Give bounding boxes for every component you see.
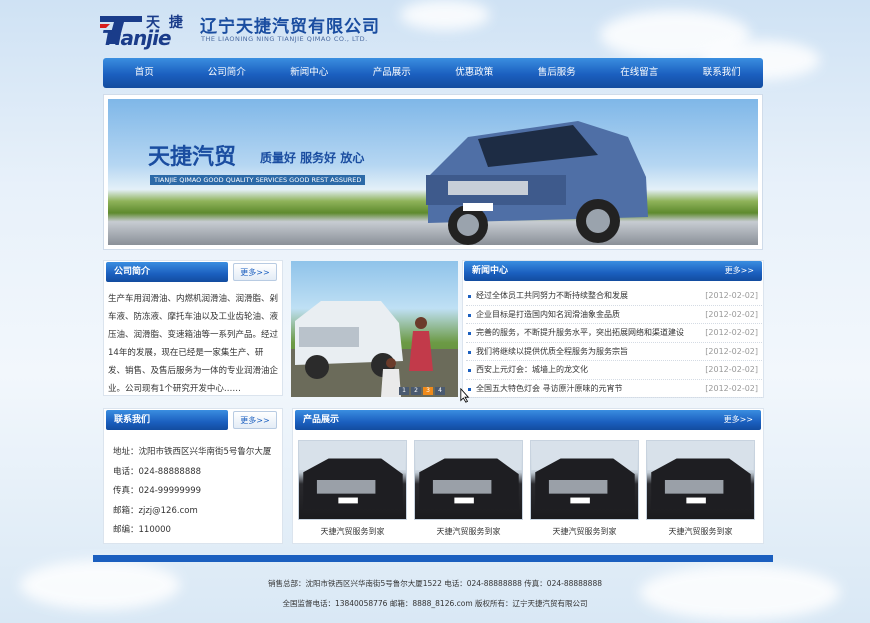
contact-title: 联系我们 — [114, 415, 151, 425]
news-list: 经过全体员工共同努力不断持续整合和发展 [2012-02-02] 企业目标是打造国… — [466, 287, 762, 398]
product-image[interactable] — [298, 440, 407, 520]
news-item-title[interactable]: 西安上元灯会：城墙上的龙文化 — [476, 361, 588, 380]
news-item[interactable]: 企业目标是打造国内知名润滑油象金品质 [2012-02-02] — [466, 306, 762, 325]
hero-banner: 天捷汽贸 质量好 服务好 放心 TIANJIE QIMAO GOOD QUALI… — [103, 94, 763, 250]
suv-image — [531, 441, 638, 510]
intro-text: 生产车用润滑油、内燃机润滑油、润滑脂、剁车液、防冻液、摩托车油以及工业齿轮油、液… — [108, 294, 279, 394]
product-caption[interactable]: 天捷汽贸服务到家 — [414, 526, 523, 537]
nav-item-news[interactable]: 新闻中心 — [268, 58, 351, 88]
site-header: 天 捷 Tianjie 辽宁天捷汽贸有限公司 THE LIAONING NING… — [100, 10, 780, 52]
news-item-date: [2012-02-02] — [705, 365, 758, 374]
contact-email: 邮箱：zjzj@126.com — [113, 505, 198, 516]
news-title: 新闻中心 — [472, 266, 509, 276]
contact-postcode: 邮编：110000 — [113, 525, 171, 535]
banner-slogan: 质量好 服务好 放心 — [260, 151, 365, 165]
product-card[interactable]: 天捷汽贸服务到家 — [414, 440, 523, 540]
logo-english: Tianjie — [102, 26, 172, 50]
footer-copyright: 全国监督电话：13840058776 邮箱：8888_8126.com 版权所有… — [282, 599, 588, 608]
bullet-icon — [468, 295, 471, 298]
product-caption[interactable]: 天捷汽贸服务到家 — [646, 526, 755, 537]
news-item-title[interactable]: 我们将继续以提供优质全程服务为服务宗旨 — [476, 343, 628, 362]
products-more-link[interactable]: 更多>> — [724, 410, 753, 430]
intro-title: 公司简介 — [114, 267, 151, 277]
nav-item-about[interactable]: 公司简介 — [186, 58, 269, 88]
contact-fax: 传真：024-99999999 — [113, 486, 202, 496]
news-item-title[interactable]: 全国五大特色灯会 寻访原汁原味的元宵节 — [476, 380, 623, 399]
news-item-date: [2012-02-02] — [705, 291, 758, 300]
news-item[interactable]: 全国五大特色灯会 寻访原汁原味的元宵节 [2012-02-02] — [466, 380, 762, 399]
product-image[interactable] — [414, 440, 523, 520]
bullet-icon — [468, 332, 471, 335]
bullet-icon — [468, 313, 471, 317]
contact-list: 地址：沈阳市铁西区兴华南街5号鲁尔大厦 电话：024-88888888 传真：0… — [113, 443, 271, 541]
news-item[interactable]: 完善的服务，不断提升服务水平，突出拓展网络和渠道建设 [2012-02-02] — [466, 324, 762, 343]
nav-item-service[interactable]: 售后服务 — [516, 58, 599, 88]
pager-dot[interactable]: 2 — [411, 387, 421, 395]
company-name: 辽宁天捷汽贸有限公司 — [200, 17, 380, 37]
intro-more-link[interactable]: 更多>> — [233, 263, 277, 281]
pager-dot[interactable]: 4 — [435, 387, 445, 395]
nav-item-home[interactable]: 首页 — [103, 58, 186, 88]
contact-address: 地址：沈阳市铁西区兴华南街5号鲁尔大厦 — [113, 447, 272, 457]
suv-image — [415, 441, 522, 510]
product-card[interactable]: 天捷汽贸服务到家 — [646, 440, 755, 540]
contact-more-link[interactable]: 更多>> — [233, 411, 277, 429]
news-more-link[interactable]: 更多>> — [725, 261, 754, 281]
company-name-english: THE LIAONING NING TIANJIE QIMAO CO., LTD… — [201, 35, 368, 43]
product-gallery: 天捷汽贸服务到家 天捷汽贸服务到家 天捷汽贸服务到家 天捷汽贸服务到家 — [298, 440, 760, 540]
banner-image: 天捷汽贸 质量好 服务好 放心 TIANJIE QIMAO GOOD QUALI… — [108, 99, 758, 245]
nav-item-message[interactable]: 在线留言 — [598, 58, 681, 88]
news-title-bar: 新闻中心 更多>> — [464, 261, 762, 281]
news-item-date: [2012-02-02] — [705, 346, 758, 356]
suv-image — [647, 441, 754, 510]
news-item-date: [2012-02-02] — [705, 383, 758, 393]
banner-english-tagline: TIANJIE QIMAO GOOD QUALITY SERVICES GOOD… — [150, 175, 366, 185]
pager-dot[interactable]: 1 — [399, 387, 409, 395]
product-image[interactable] — [530, 440, 639, 520]
cloud-decoration — [640, 565, 840, 620]
products-title-bar: 产品展示 更多>> — [295, 410, 761, 430]
news-item[interactable]: 西安上元灯会：城墙上的龙文化 [2012-02-02] — [466, 361, 762, 380]
bullet-icon — [468, 369, 471, 372]
footer-divider — [93, 555, 773, 562]
contact-phone: 电话：024-88888888 — [113, 466, 202, 477]
products-title: 产品展示 — [303, 415, 340, 425]
footer-address: 销售总部：沈阳市铁西区兴华南街5号鲁尔大厦1522 电话：024-8888888… — [267, 579, 603, 588]
product-card[interactable]: 天捷汽贸服务到家 — [298, 440, 407, 540]
pager-dot-active[interactable]: 3 — [423, 387, 433, 395]
news-item-date: [2012-02-02] — [705, 309, 758, 319]
suv-car-image — [426, 121, 648, 245]
news-item-title[interactable]: 经过全体员工共同努力不断持续整合和发展 — [476, 287, 628, 306]
banner-title: 天捷汽贸 — [148, 145, 237, 170]
slideshow-pager: 1 2 3 4 — [399, 387, 445, 395]
pickup-truck-image — [291, 301, 458, 397]
mouse-cursor-icon — [460, 388, 470, 403]
news-item-title[interactable]: 完善的服务，不断提升服务水平，突出拓展网络和渠道建设 — [476, 324, 684, 343]
nav-item-promotions[interactable]: 优惠政策 — [433, 58, 516, 88]
news-item[interactable]: 我们将继续以提供优质全程服务为服务宗旨 [2012-02-02] — [466, 343, 762, 362]
news-item-title[interactable]: 企业目标是打造国内知名润滑油象金品质 — [476, 306, 620, 325]
product-card[interactable]: 天捷汽贸服务到家 — [530, 440, 639, 540]
showroom-photo: 1 2 3 4 — [291, 261, 458, 397]
main-nav: 首页 公司简介 新闻中心 产品展示 优惠政策 售后服务 在线留言 联系我们 — [103, 58, 763, 88]
contact-title-bar: 联系我们 — [106, 410, 228, 430]
nav-item-contact[interactable]: 联系我们 — [681, 58, 764, 88]
product-image[interactable] — [646, 440, 755, 520]
bullet-icon — [468, 350, 471, 354]
intro-title-bar: 公司简介 — [106, 262, 228, 282]
suv-image — [299, 441, 406, 510]
news-item[interactable]: 经过全体员工共同努力不断持续整合和发展 [2012-02-02] — [466, 287, 762, 306]
product-caption[interactable]: 天捷汽贸服务到家 — [530, 526, 639, 537]
news-item-date: [2012-02-02] — [705, 328, 758, 337]
product-caption[interactable]: 天捷汽贸服务到家 — [298, 526, 407, 537]
nav-item-products[interactable]: 产品展示 — [351, 58, 434, 88]
